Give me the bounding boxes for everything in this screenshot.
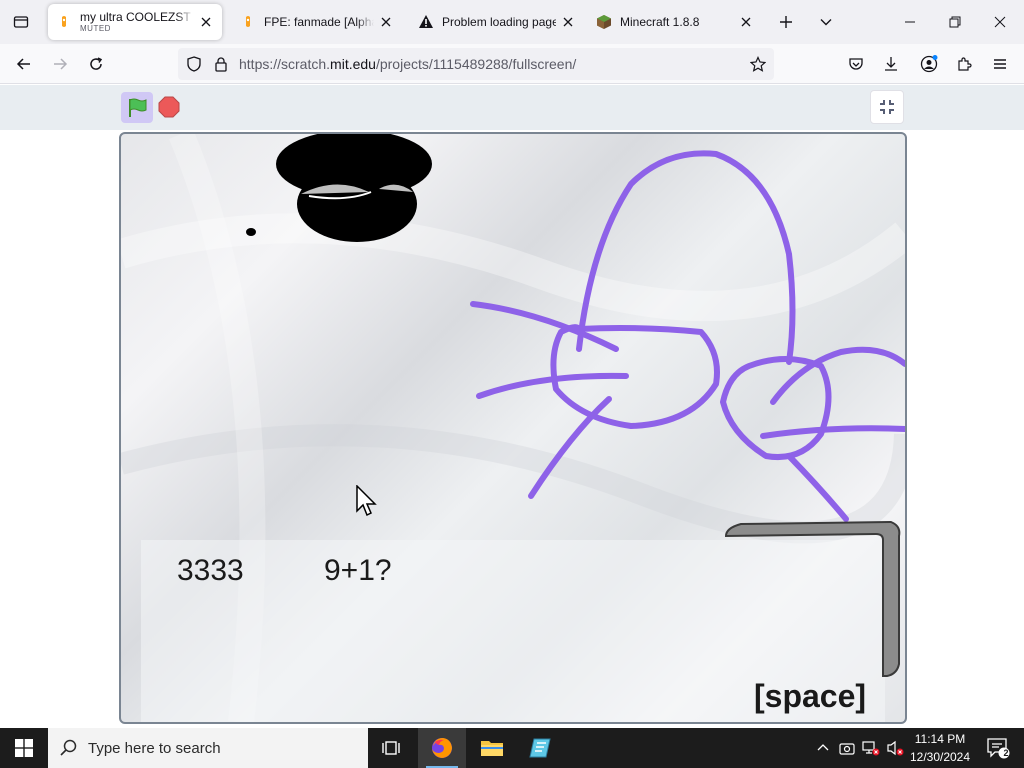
tracking-protection-icon[interactable] [186, 56, 202, 77]
navigation-toolbar: https://scratch.mit.edu/projects/1115489… [0, 44, 1024, 84]
taskbar-clock[interactable]: 11:14 PM 12/30/2024 [906, 730, 974, 766]
stop-sign-icon [158, 96, 180, 118]
task-view-button[interactable] [368, 728, 416, 768]
minimize-icon [905, 21, 915, 23]
taskbar-app[interactable] [516, 728, 564, 768]
green-flag-button[interactable] [121, 92, 153, 123]
pocket-button[interactable] [842, 50, 870, 78]
back-button[interactable] [10, 50, 38, 78]
tab-problem-loading-page[interactable]: Problem loading page [410, 4, 584, 40]
restore-button[interactable] [933, 6, 977, 38]
close-icon [994, 16, 1006, 28]
close-window-button[interactable] [978, 6, 1022, 38]
folder-icon [481, 741, 503, 756]
reload-icon [90, 57, 103, 70]
arrow-left-icon [16, 58, 30, 70]
tray-camera-icon[interactable] [837, 738, 857, 758]
url-host: mit.edu [330, 56, 376, 72]
search-icon [60, 739, 77, 756]
close-tab-icon[interactable] [198, 14, 214, 30]
new-tab-button[interactable] [775, 11, 797, 33]
score-text: 3333 [177, 554, 244, 587]
chevron-up-icon [817, 744, 829, 751]
firefox-view-icon [13, 16, 29, 28]
exit-fullscreen-icon [880, 100, 894, 114]
tab-strip: my ultra COOLEZST game MUTED FPE: fanmad… [0, 0, 1024, 44]
firefox-icon [432, 738, 452, 758]
tab-title: Problem loading page [442, 15, 556, 29]
tab-title: Minecraft 1.8.8 [620, 15, 700, 29]
close-tab-icon[interactable] [378, 14, 394, 30]
clock-time: 11:14 PM [914, 732, 966, 746]
show-hidden-icons-button[interactable] [813, 738, 833, 758]
restore-icon [949, 16, 961, 28]
minecraft-block-icon [596, 14, 612, 30]
account-icon [920, 55, 938, 73]
notification-count: 2 [1003, 748, 1009, 758]
scratch-stage[interactable]: 3333 9+1? [space] [119, 132, 907, 724]
network-icon[interactable] [861, 738, 881, 758]
url-prefix: https://scratch. [239, 56, 331, 72]
downloads-button[interactable] [877, 50, 905, 78]
app-icon [529, 738, 551, 758]
notification-center-button[interactable]: 2 [978, 728, 1018, 768]
forward-button[interactable] [46, 50, 74, 78]
space-hint-text: [space] [754, 678, 867, 714]
firefox-view-button[interactable] [8, 10, 34, 34]
stage-canvas [121, 134, 905, 722]
url-bar[interactable]: https://scratch.mit.edu/projects/1115489… [178, 48, 774, 80]
close-tab-icon[interactable] [560, 14, 576, 30]
taskbar-file-explorer[interactable] [468, 728, 516, 768]
url-text[interactable]: https://scratch.mit.edu/projects/1115489… [239, 56, 576, 72]
hamburger-icon [994, 59, 1006, 69]
tab-fpe-fanmade[interactable]: FPE: fanmade [Alpha] by [232, 4, 402, 40]
question-text: 9+1? [324, 554, 392, 587]
extensions-button[interactable] [950, 50, 978, 78]
clock-date: 12/30/2024 [909, 750, 971, 764]
tab-minecraft[interactable]: Minecraft 1.8.8 [588, 4, 762, 40]
arrow-right-icon [54, 58, 68, 70]
taskbar-firefox[interactable] [418, 728, 466, 768]
pocket-icon [849, 58, 863, 70]
url-path: /projects/1115489288/fullscreen/ [375, 56, 577, 72]
task-view-icon [382, 741, 400, 755]
scratch-cat-icon [240, 14, 256, 30]
exit-fullscreen-button[interactable] [870, 90, 904, 124]
plus-icon [780, 16, 792, 28]
menu-button[interactable] [986, 50, 1014, 78]
taskbar-search-box[interactable]: Type here to search [48, 728, 368, 768]
scratch-controls-bar [0, 85, 1024, 130]
bookmark-star-icon[interactable] [749, 56, 767, 77]
green-flag-icon [129, 98, 147, 117]
windows-taskbar: Type here to search 11:14 PM 12/30/2024 … [0, 728, 1024, 768]
stop-button[interactable] [157, 95, 181, 119]
minimize-button[interactable] [888, 6, 932, 38]
close-tab-icon[interactable] [738, 14, 754, 30]
account-button[interactable] [915, 50, 943, 78]
tab-my-ultra-coolezst-game[interactable]: my ultra COOLEZST game MUTED [48, 4, 222, 40]
download-icon [885, 57, 897, 71]
search-placeholder: Type here to search [88, 739, 221, 757]
reload-button[interactable] [82, 50, 110, 78]
list-all-tabs-button[interactable] [815, 11, 837, 33]
scratch-cat-icon [56, 14, 72, 30]
start-button[interactable] [0, 728, 48, 768]
mouse-cursor-icon [356, 485, 377, 517]
chevron-down-icon [820, 19, 832, 26]
puzzle-icon [958, 57, 972, 71]
volume-muted-icon[interactable] [885, 738, 905, 758]
lock-icon[interactable] [213, 56, 229, 77]
windows-logo-icon [15, 739, 33, 757]
warning-icon [418, 14, 434, 30]
